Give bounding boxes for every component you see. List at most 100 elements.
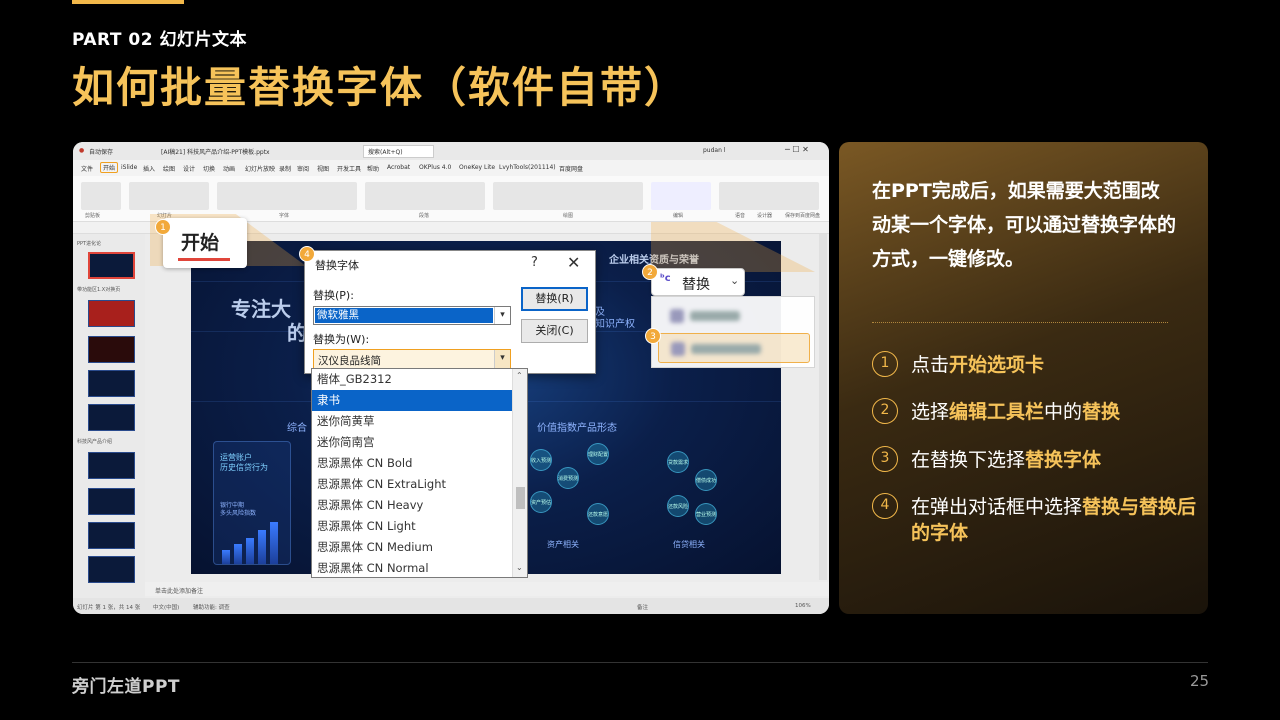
step-text: 选择编辑工具栏中的替换 xyxy=(911,399,1201,425)
close-icon[interactable]: ✕ xyxy=(567,253,580,272)
step-text: 点击开始选项卡 xyxy=(911,352,1201,378)
page-title: 如何批量替换字体（软件自带） xyxy=(72,63,689,112)
footer-divider xyxy=(72,662,1208,663)
thumbnail-5[interactable] xyxy=(88,404,135,431)
menu-item-replace[interactable] xyxy=(658,301,810,331)
slide-bubble: 资产预估 xyxy=(530,491,552,513)
paragraph-group[interactable] xyxy=(365,182,485,210)
tab-lvyhtools[interactable]: LvyhTools(201114) xyxy=(499,164,556,171)
thumbnail-7[interactable] xyxy=(88,488,135,515)
tab-islide[interactable]: iSlide xyxy=(121,164,137,171)
notes-pane[interactable]: 单击此处添加备注 xyxy=(145,582,829,596)
font-option[interactable]: 迷你简黄草 xyxy=(312,411,512,432)
step-badge-2: 2 xyxy=(642,264,658,280)
thumbnail-4[interactable] xyxy=(88,370,135,397)
tab-baidu[interactable]: 百度网盘 xyxy=(559,164,583,173)
chart-bar xyxy=(270,522,278,564)
font-option[interactable]: 思源黑体 CN Medium xyxy=(312,537,512,558)
thumbnail-6[interactable] xyxy=(88,452,135,479)
file-name: [AI稿21] 科技风产品介绍-PPT模板.pptx xyxy=(161,149,270,156)
font-icon xyxy=(671,342,685,356)
step-text-highlight: 开始选项卡 xyxy=(949,354,1045,376)
tab-design[interactable]: 设计 xyxy=(183,164,195,173)
with-field-label: 替换为(W): xyxy=(313,333,370,346)
step-text-plain: 中的 xyxy=(1044,401,1083,423)
label-voice: 语音 xyxy=(735,213,746,219)
replace-confirm-button[interactable]: 替换(R) xyxy=(521,287,588,311)
status-notes[interactable]: 备注 xyxy=(637,603,648,611)
tab-insert[interactable]: 插入 xyxy=(143,164,155,173)
slide-scrollbar[interactable] xyxy=(819,234,827,580)
thumb-section-2: 带功能区1.X对换页 xyxy=(77,287,121,293)
tab-help[interactable]: 帮助 xyxy=(367,164,379,173)
tab-review[interactable]: 审阅 xyxy=(297,164,309,173)
font-option[interactable]: 思源黑体 CN Bold xyxy=(312,453,512,474)
ppt-titlebar: ● 自动保存 [AI稿21] 科技风产品介绍-PPT模板.pptx 搜索(Alt… xyxy=(73,142,829,160)
zoom-level[interactable]: 106% xyxy=(795,603,811,609)
status-bar: 幻灯片 第 1 张，共 14 张 中文(中国) 辅助功能: 调查 备注 106% xyxy=(73,598,829,614)
replace-font-select[interactable]: 微软雅黑 ▾ xyxy=(313,306,511,325)
replace-button[interactable]: ᵇc 替换 ⌄ xyxy=(651,268,745,296)
tab-record[interactable]: 录制 xyxy=(279,164,291,173)
chart-bar xyxy=(246,538,254,564)
chevron-down-icon[interactable]: ⌄ xyxy=(516,563,523,572)
font-group[interactable] xyxy=(217,182,357,210)
label-font: 字体 xyxy=(279,213,290,219)
thumbnail-8[interactable] xyxy=(88,522,135,549)
slides-group[interactable] xyxy=(129,182,209,210)
help-icon[interactable]: ? xyxy=(531,255,538,270)
thumbnail-1[interactable] xyxy=(88,252,135,279)
font-list-scrollbar[interactable]: ⌃ ⌄ xyxy=(512,369,527,577)
menu-item-replace-fonts[interactable] xyxy=(658,333,810,363)
tab-home[interactable]: 开始 xyxy=(100,162,119,173)
dialog-close-button[interactable]: 关闭(C) xyxy=(521,319,588,343)
chevron-down-icon[interactable]: ▾ xyxy=(494,307,510,324)
step-number: 4 xyxy=(872,493,898,519)
clipboard-group[interactable] xyxy=(81,182,121,210)
tab-okplus[interactable]: OKPlus 4.0 xyxy=(419,164,451,171)
font-option[interactable]: 迷你简南宫 xyxy=(312,432,512,453)
thumbnail-3[interactable] xyxy=(88,336,135,363)
tab-onekey[interactable]: OneKey Lite xyxy=(459,164,495,171)
tab-slideshow[interactable]: 幻灯片放映 xyxy=(245,164,275,173)
dialog-title: 替换字体 xyxy=(315,259,359,272)
tab-view[interactable]: 视图 xyxy=(317,164,329,173)
search-box[interactable]: 搜索(Alt+Q) xyxy=(363,145,434,158)
window-controls-icon[interactable]: ─ ☐ ✕ xyxy=(785,145,809,154)
editing-group[interactable] xyxy=(651,182,711,210)
thumbnail-2[interactable] xyxy=(88,300,135,327)
label-drawing: 绘图 xyxy=(563,213,574,219)
card-title-2: 历史信贷行为 xyxy=(220,463,268,472)
font-option[interactable]: 思源黑体 CN Light xyxy=(312,516,512,537)
voice-designer-group[interactable] xyxy=(719,182,819,210)
tab-draw[interactable]: 绘图 xyxy=(163,164,175,173)
font-option[interactable]: 楷体_GB2312 xyxy=(312,369,512,390)
tab-developer[interactable]: 开发工具 xyxy=(337,164,361,173)
status-accessibility[interactable]: 辅助功能: 调查 xyxy=(193,603,230,611)
chevron-up-icon[interactable]: ⌃ xyxy=(516,371,523,380)
chevron-down-icon[interactable]: ▾ xyxy=(494,350,510,368)
card-line-2: 多头风险指数 xyxy=(220,510,257,517)
replace-menu xyxy=(651,296,815,368)
tab-animations[interactable]: 动画 xyxy=(223,164,235,173)
drawing-group[interactable] xyxy=(493,182,643,210)
tab-file[interactable]: 文件 xyxy=(81,164,93,173)
with-font-select[interactable]: 汉仪良品线简 ▾ xyxy=(313,349,511,369)
scrollbar-thumb[interactable] xyxy=(516,487,525,509)
step-number: 1 xyxy=(872,351,898,377)
slide-section-1: 综合 xyxy=(287,423,307,434)
tab-acrobat[interactable]: Acrobat xyxy=(387,164,410,171)
chart-bar xyxy=(234,544,242,564)
step-text-highlight: 编辑工具栏 xyxy=(949,401,1045,423)
tab-transitions[interactable]: 切换 xyxy=(203,164,215,173)
status-language: 中文(中国) xyxy=(153,605,180,611)
notes-placeholder: 单击此处添加备注 xyxy=(155,588,204,595)
font-option[interactable]: 思源黑体 CN Heavy xyxy=(312,495,512,516)
step-text-highlight: 替换 xyxy=(1082,401,1121,423)
slide-bubble: 还款风险 xyxy=(667,495,689,517)
slide-bubble: 消费预测 xyxy=(557,467,579,489)
font-option[interactable]: 思源黑体 CN ExtraLight xyxy=(312,474,512,495)
thumbnail-9[interactable] xyxy=(88,556,135,583)
font-option[interactable]: 思源黑体 CN Normal xyxy=(312,558,512,577)
font-option-selected[interactable]: 隶书 xyxy=(312,390,512,411)
